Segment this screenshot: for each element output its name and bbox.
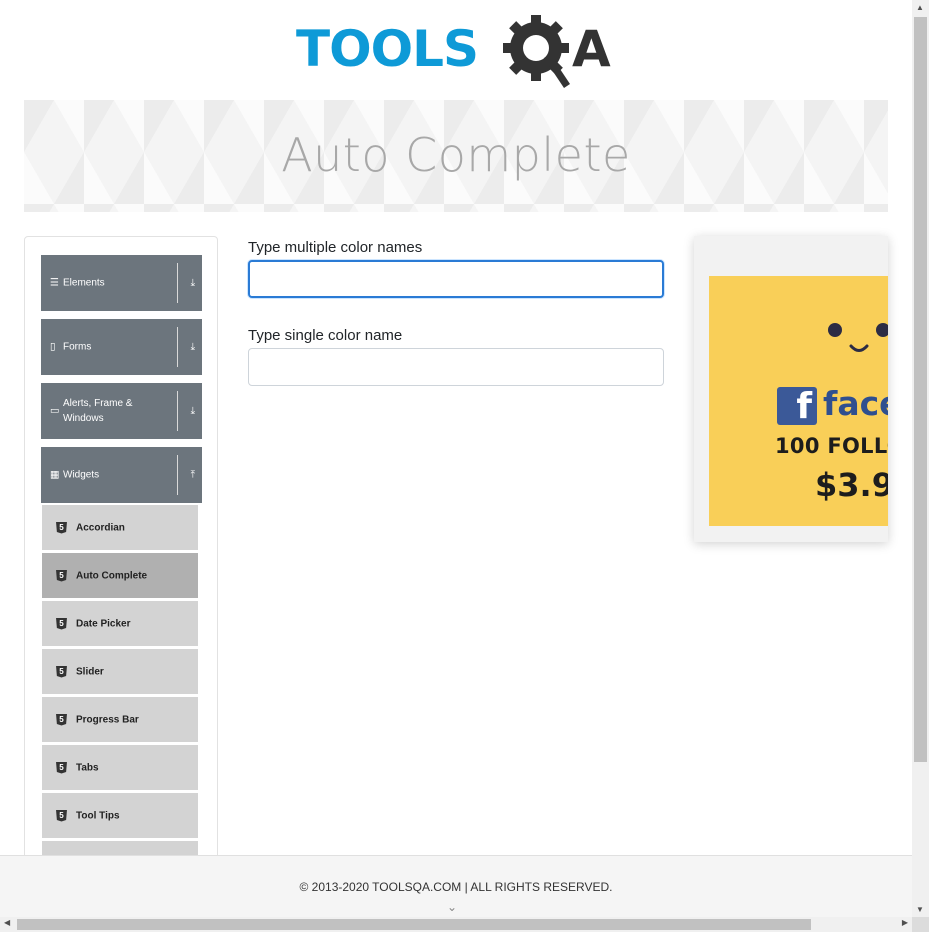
sidebar-item-label: Auto Complete [76, 570, 148, 581]
html5-icon: 5 [56, 617, 67, 630]
scroll-right-arrow-icon[interactable]: ▶ [902, 918, 908, 927]
toolsqa-logo[interactable]: TOOLS A [296, 14, 626, 92]
nav-group-elements[interactable]: ☰ Elements ⤓ [41, 255, 202, 311]
html5-icon: 5 [56, 761, 67, 774]
copyright-text: © 2013-2020 TOOLSQA.COM | ALL RIGHTS RES… [299, 880, 613, 894]
sidebar-item-slider[interactable]: 5 Slider [42, 648, 198, 694]
grid-icon: ▦ [50, 469, 60, 481]
ad-followers-text: 100 FOLLOWERS [775, 434, 888, 458]
sidebar-item-date-picker[interactable]: 5 Date Picker [42, 600, 198, 646]
footer: © 2013-2020 TOOLSQA.COM | ALL RIGHTS RES… [0, 855, 912, 917]
nav-group-label: Elements [63, 277, 105, 289]
sidebar-item-label: Tabs [76, 762, 99, 773]
chevron-down-icon[interactable]: ⌄ [447, 900, 457, 914]
scroll-up-arrow-icon[interactable]: ▲ [916, 3, 924, 12]
upload-arrow-icon: ⤒ [190, 469, 195, 481]
horizontal-scroll-thumb[interactable] [17, 919, 811, 930]
scroll-left-arrow-icon[interactable]: ◀ [4, 918, 10, 927]
divider [177, 391, 178, 431]
logo-tools-text: TOOLS [296, 20, 478, 78]
logo-a-text: A [572, 20, 611, 78]
single-color-label: Type single color name [248, 327, 403, 344]
divider [177, 455, 178, 495]
download-arrow-icon: ⤓ [190, 341, 195, 353]
ad-brand-text: facebook [823, 384, 888, 423]
scroll-down-arrow-icon[interactable]: ▼ [916, 905, 924, 914]
nav-group-alerts[interactable]: ▭ Alerts, Frame & Windows ⤓ [41, 383, 202, 439]
left-nav-panel: ☰ Elements ⤓ ▯ Forms ⤓ ▭ Alerts, Frame &… [24, 236, 218, 876]
divider [177, 327, 178, 367]
sidebar-item-label: Progress Bar [76, 714, 139, 725]
scrollbar-corner [912, 917, 929, 932]
nav-group-label: Alerts, Frame & Windows [63, 398, 133, 424]
document-icon: ▯ [50, 341, 56, 353]
horizontal-scrollbar[interactable]: ◀ ▶ [0, 917, 912, 932]
download-arrow-icon: ⤓ [190, 277, 195, 289]
sidebar-item-label: Accordian [76, 522, 125, 533]
ad-card: f facebook 100 FOLLOWERS $3.99 [709, 276, 888, 526]
html5-icon: 5 [56, 665, 67, 678]
page-banner: Auto Complete [24, 100, 888, 212]
advertisement[interactable]: f facebook 100 FOLLOWERS $3.99 [694, 236, 888, 542]
download-arrow-icon: ⤓ [190, 405, 195, 417]
ad-price: $3.99 [815, 466, 888, 504]
gear-icon [503, 15, 570, 88]
multiple-color-label: Type multiple color names [248, 239, 423, 256]
window-icon: ▭ [50, 405, 60, 417]
vertical-scrollbar[interactable]: ▲ ▼ [912, 0, 929, 917]
hamburger-icon: ☰ [50, 277, 59, 289]
sidebar-item-label: Slider [76, 666, 104, 677]
nav-group-widgets[interactable]: ▦ Widgets ⤒ [41, 447, 202, 503]
divider [177, 263, 178, 303]
html5-icon: 5 [56, 569, 67, 582]
vertical-scroll-thumb[interactable] [914, 17, 927, 762]
multiple-color-input[interactable] [248, 260, 664, 298]
page-title: Auto Complete [281, 128, 631, 182]
autocomplete-form: Type multiple color names Type single co… [248, 238, 664, 386]
html5-icon: 5 [56, 809, 67, 822]
single-color-input[interactable] [248, 348, 664, 386]
sidebar-item-tabs[interactable]: 5 Tabs [42, 744, 198, 790]
html5-icon: 5 [56, 521, 67, 534]
html5-icon: 5 [56, 713, 67, 726]
smiley-face-icon [828, 323, 888, 352]
sidebar-item-label: Date Picker [76, 618, 131, 629]
nav-group-forms[interactable]: ▯ Forms ⤓ [41, 319, 202, 375]
sidebar-item-accordian[interactable]: 5 Accordian [42, 504, 198, 550]
nav-group-label: Widgets [63, 469, 100, 481]
sidebar-item-tool-tips[interactable]: 5 Tool Tips [42, 792, 198, 838]
sidebar-item-progress-bar[interactable]: 5 Progress Bar [42, 696, 198, 742]
sidebar-item-auto-complete[interactable]: 5 Auto Complete [42, 552, 198, 598]
nav-group-label: Forms [63, 341, 92, 353]
page: TOOLS A Auto Complete ☰ Elements ⤓ ▯ For… [0, 0, 929, 932]
sidebar-item-label: Tool Tips [76, 810, 120, 821]
